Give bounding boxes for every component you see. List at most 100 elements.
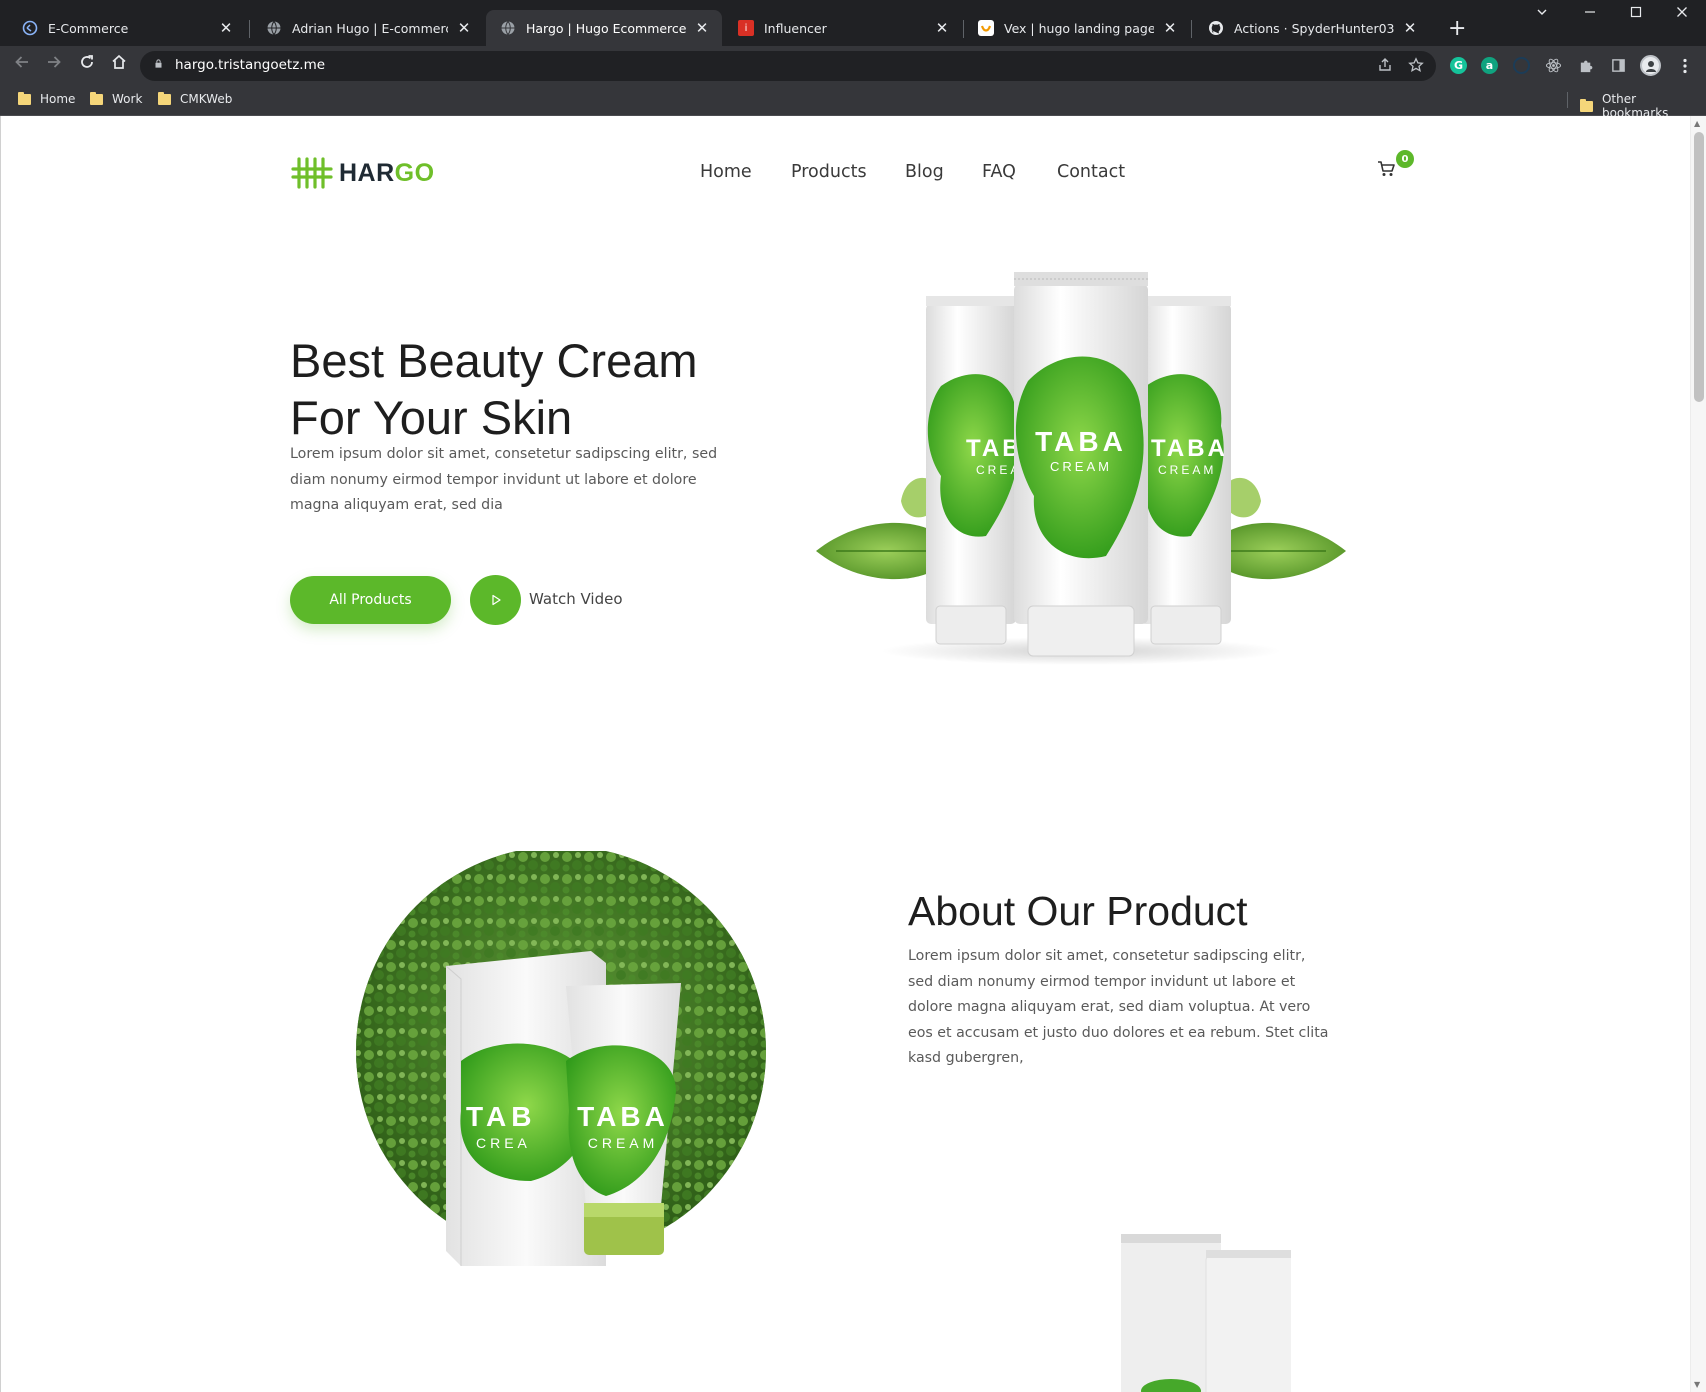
tube-brand-right: TABA — [1151, 435, 1228, 462]
folder-icon — [90, 91, 103, 105]
browser-toolbar: hargo.tristangoetz.me G a — [0, 46, 1706, 84]
tube-brand-center: TABA — [1035, 426, 1127, 457]
tab-title: Hargo | Hugo Ecommerce Site — [526, 20, 686, 36]
folder-icon — [1580, 98, 1593, 112]
nav-home[interactable]: Home — [700, 162, 752, 182]
forward-arrow-icon[interactable] — [42, 53, 66, 76]
bookmark-cmkweb[interactable]: CMKWeb — [158, 91, 233, 106]
hero-description: Lorem ipsum dolor sit amet, consetetur s… — [290, 446, 718, 513]
play-icon — [491, 594, 501, 606]
tab-hargo[interactable]: Hargo | Hugo Ecommerce Site ✕ — [486, 10, 722, 46]
cart-icon — [1378, 161, 1395, 176]
tab-title: E-Commerce — [48, 20, 129, 36]
tab-adrian-hugo[interactable]: Adrian Hugo | E-commerce temp ✕ — [252, 10, 484, 46]
globe-favicon-icon — [500, 20, 516, 36]
about-description: Lorem ipsum dolor sit amet, consetetur s… — [908, 948, 1329, 1066]
back-arrow-icon[interactable] — [10, 53, 34, 76]
scroll-up-arrow-icon[interactable]: ▲ — [1694, 119, 1700, 128]
bookmark-label: CMKWeb — [180, 92, 233, 106]
tab-title: Adrian Hugo | E-commerce temp — [292, 20, 448, 36]
extension-ring-icon[interactable] — [1513, 57, 1530, 74]
close-tab-icon[interactable]: ✕ — [218, 19, 234, 37]
influencer-favicon-icon: i — [738, 20, 754, 36]
scrollbar-thumb[interactable] — [1694, 132, 1704, 402]
about-tube-sub: CREAM — [588, 1135, 659, 1151]
new-tab-button[interactable]: + — [1448, 17, 1466, 41]
page-scrollbar[interactable]: ▲ ▼ — [1690, 116, 1706, 1392]
close-tab-icon[interactable]: ✕ — [934, 19, 950, 37]
vex-favicon-icon — [978, 20, 994, 36]
globe-favicon-icon — [266, 20, 282, 36]
extension-a-icon[interactable]: a — [1481, 57, 1498, 74]
tab-title: Vex | hugo landing page templat — [1004, 20, 1154, 36]
close-window-icon[interactable] — [1676, 6, 1688, 22]
about-tube-brand: TABA — [577, 1101, 669, 1132]
close-tab-icon[interactable]: ✕ — [694, 19, 710, 37]
site-logo[interactable]: HARGO — [291, 156, 435, 190]
folder-icon — [158, 91, 171, 105]
bookmark-divider — [1567, 92, 1568, 108]
cart-button[interactable]: 0 — [1377, 150, 1417, 180]
tab-influencer[interactable]: i Influencer ✕ — [724, 10, 962, 46]
tab-strip: E-Commerce ✕ Adrian Hugo | E-commerce te… — [0, 0, 1706, 46]
grammarly-extension-icon[interactable]: G — [1450, 57, 1467, 74]
hero-title-line1: Best Beauty Cream — [290, 334, 698, 387]
extensions-puzzle-icon[interactable] — [1578, 57, 1595, 74]
box-sub: CREA — [476, 1135, 531, 1151]
nav-products[interactable]: Products — [791, 162, 867, 182]
tube-sub-right: CREAM — [1158, 463, 1216, 477]
hero-title: Best Beauty Cream For Your Skin — [290, 332, 760, 446]
github-favicon-icon — [1208, 20, 1224, 36]
tab-separator — [249, 20, 250, 38]
maximize-icon[interactable] — [1630, 6, 1642, 22]
bookmarks-bar: Home Work CMKWeb Other bookmarks — [0, 84, 1706, 120]
reload-icon[interactable] — [75, 53, 99, 76]
all-products-button[interactable]: All Products — [290, 576, 451, 624]
nav-faq[interactable]: FAQ — [982, 162, 1016, 182]
nav-blog[interactable]: Blog — [905, 162, 944, 182]
tab-github-actions[interactable]: Actions · SpyderHunter03/hugo- ✕ — [1194, 10, 1430, 46]
hero-product-image: TABA CREAM TABA CREAM TABA CREAM — [816, 272, 1346, 665]
box-brand: TAB — [466, 1101, 536, 1132]
page-viewport: HARGO Home Products Blog FAQ Contact 0 B… — [0, 116, 1706, 1392]
browser-menu-icon[interactable] — [1676, 57, 1693, 74]
next-section-product-image — [1121, 1234, 1291, 1392]
about-title: About Our Product — [908, 888, 1248, 934]
watch-video-link[interactable]: Watch Video — [529, 590, 623, 608]
side-panel-icon[interactable] — [1610, 57, 1627, 74]
lock-icon — [155, 59, 162, 68]
browser-chrome: E-Commerce ✕ Adrian Hugo | E-commerce te… — [0, 0, 1706, 120]
close-tab-icon[interactable]: ✕ — [1402, 19, 1418, 37]
bookmark-star-icon[interactable] — [1408, 57, 1424, 77]
home-icon[interactable] — [107, 53, 131, 76]
tab-search-icon[interactable] — [1536, 6, 1548, 22]
address-bar[interactable]: hargo.tristangoetz.me — [140, 51, 1436, 81]
bookmark-home[interactable]: Home — [18, 91, 76, 106]
close-tab-icon[interactable]: ✕ — [456, 19, 472, 37]
bookmark-label: Home — [40, 92, 76, 106]
logo-text: HARGO — [339, 159, 435, 188]
share-icon[interactable] — [1377, 57, 1393, 77]
tab-vex[interactable]: Vex | hugo landing page templat ✕ — [964, 10, 1190, 46]
hero-title-line2: For Your Skin — [290, 391, 573, 444]
bookmark-work[interactable]: Work — [90, 91, 143, 106]
bookmark-label: Work — [112, 92, 143, 106]
profile-avatar[interactable] — [1640, 55, 1661, 76]
about-product-image: TAB CREA TABA CREAM — [356, 851, 766, 1266]
cart-count-badge: 0 — [1396, 150, 1414, 168]
tab-ecommerce[interactable]: E-Commerce ✕ — [8, 10, 246, 46]
logo-hash-icon — [291, 157, 333, 189]
tab-separator — [1191, 20, 1192, 38]
logo-text-accent: GO — [394, 158, 435, 187]
scroll-down-arrow-icon[interactable]: ▼ — [1694, 1380, 1700, 1389]
nav-contact[interactable]: Contact — [1057, 162, 1125, 182]
minimize-icon[interactable] — [1584, 6, 1596, 22]
tube-sub-center: CREAM — [1050, 459, 1112, 474]
url-text: hargo.tristangoetz.me — [175, 57, 326, 73]
play-video-button[interactable] — [470, 575, 521, 625]
logo-text-main: HAR — [339, 158, 395, 187]
react-devtools-icon[interactable] — [1545, 57, 1562, 74]
ecommerce-favicon-icon — [22, 20, 38, 36]
close-tab-icon[interactable]: ✕ — [1162, 19, 1178, 37]
tab-title: Actions · SpyderHunter03/hugo- — [1234, 20, 1394, 36]
